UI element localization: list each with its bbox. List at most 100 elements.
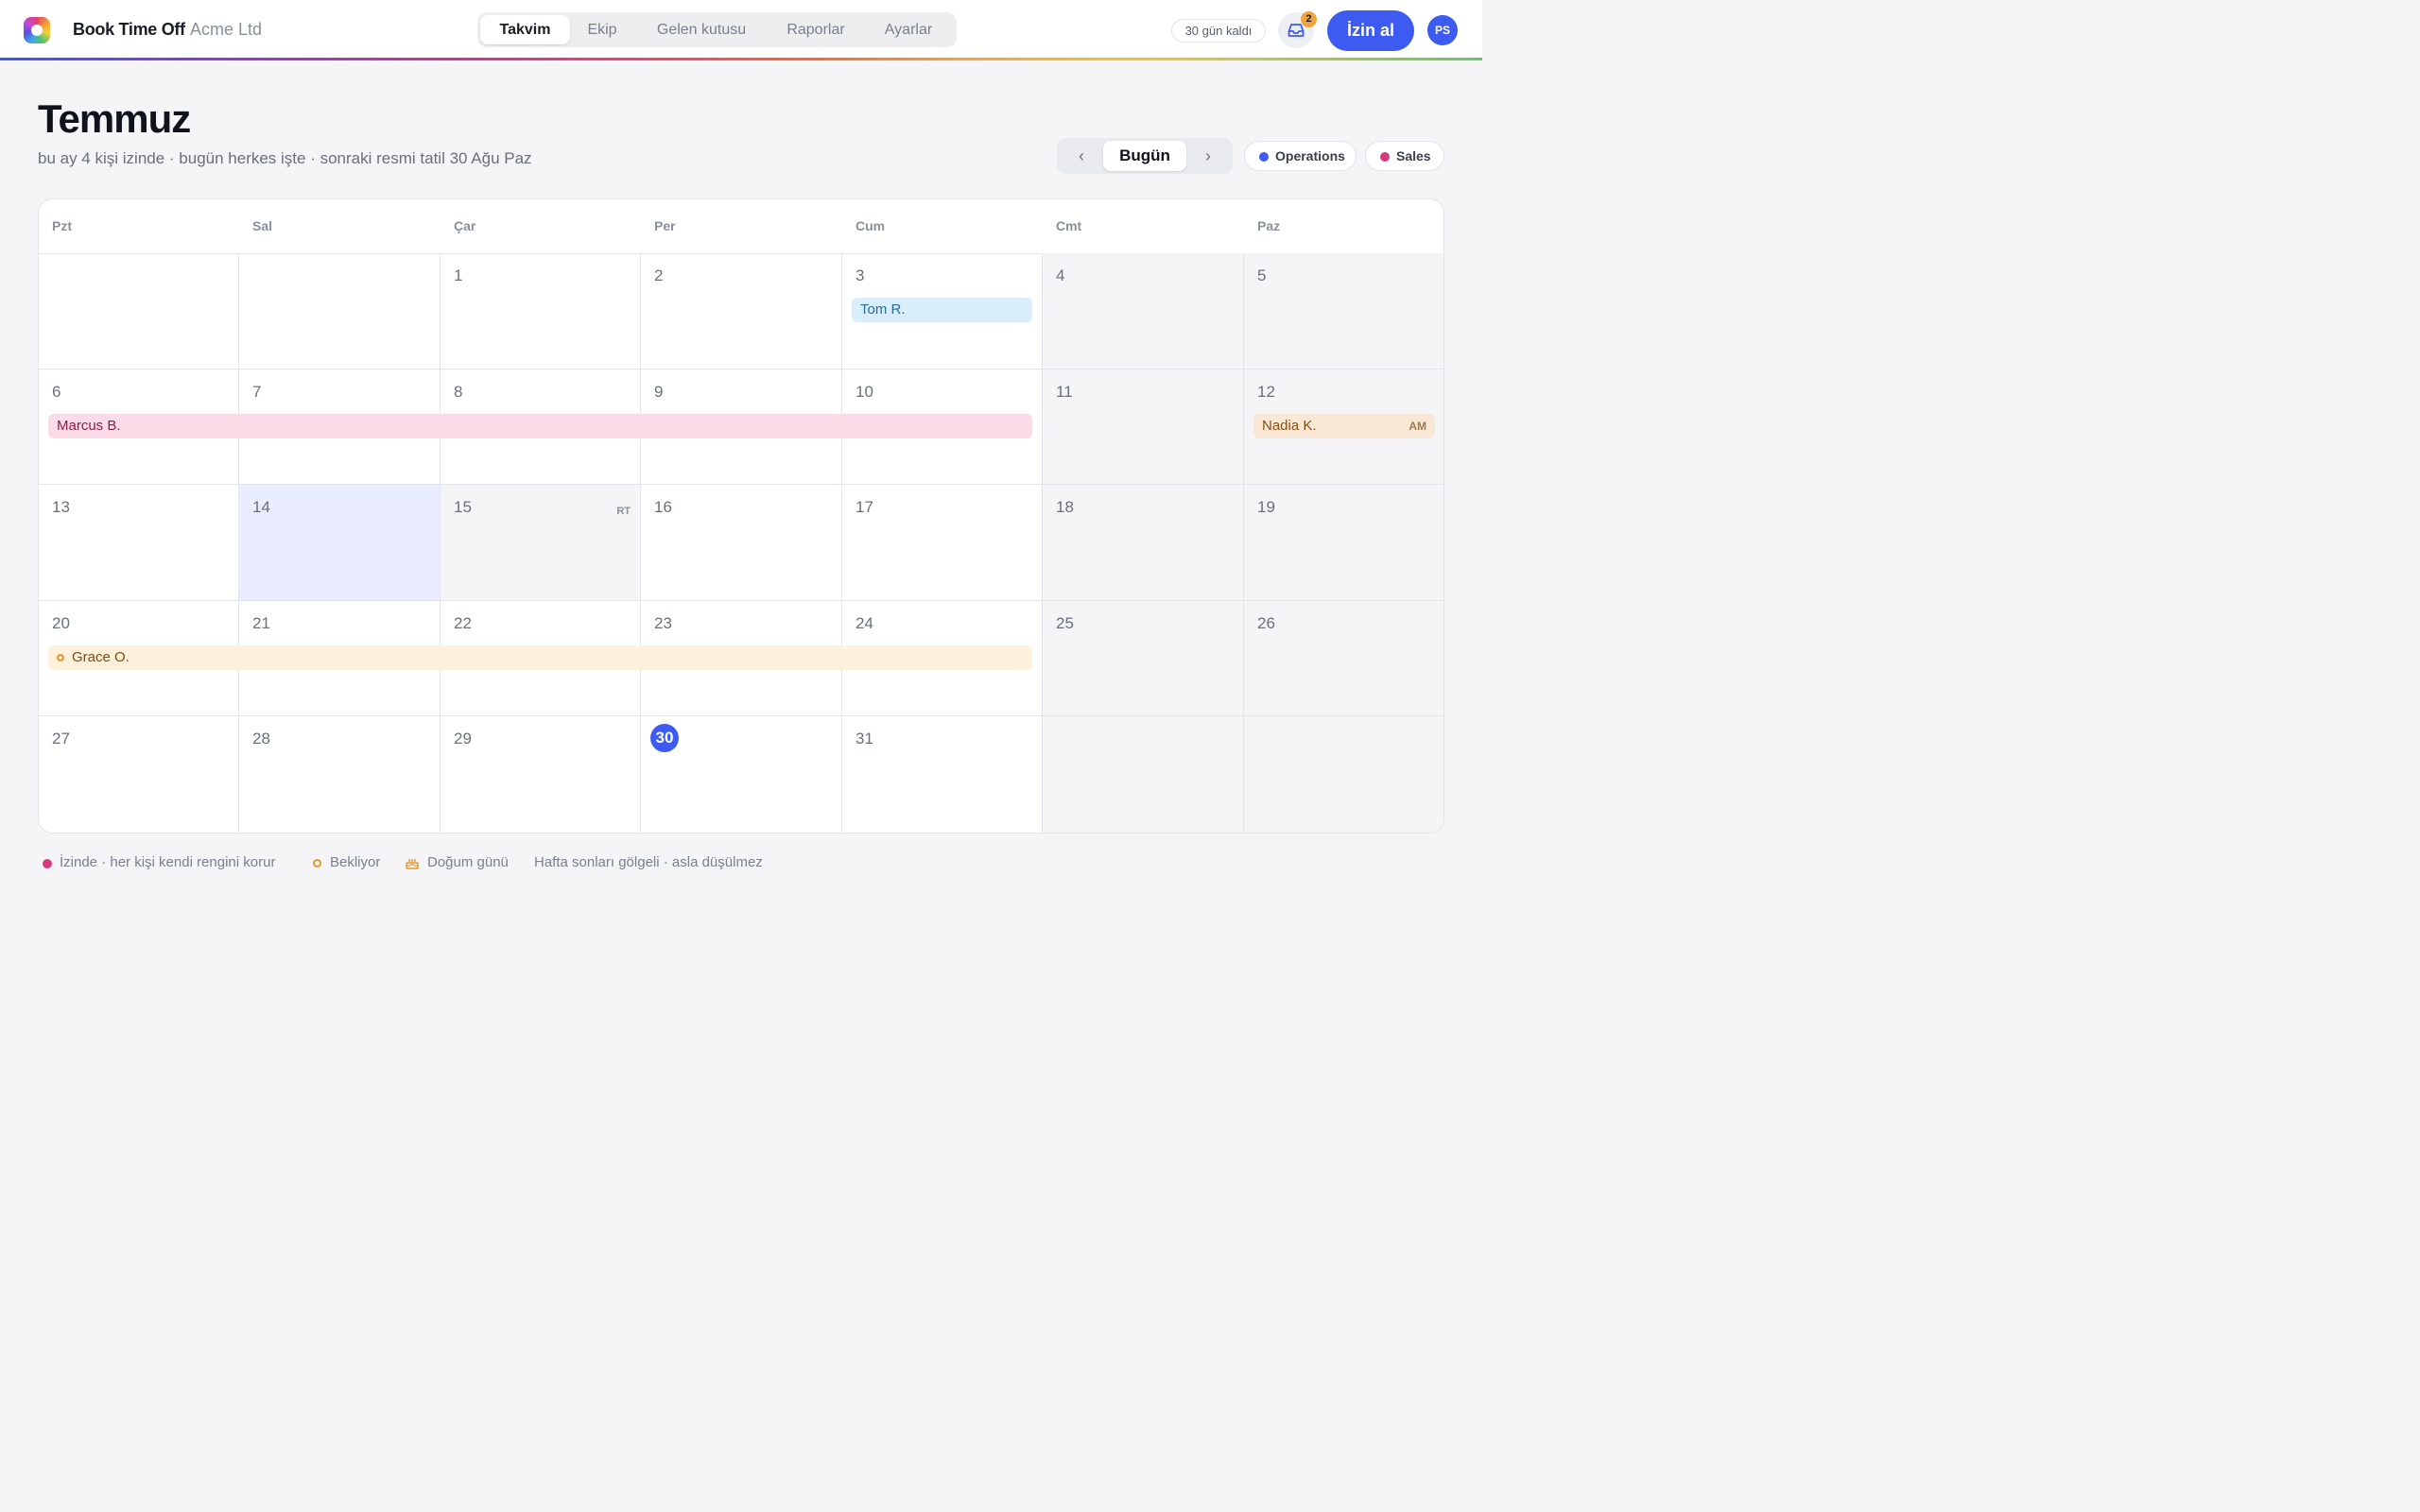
filter-sales[interactable]: Sales [1365,141,1444,171]
tab-raporlar[interactable]: Raporlar [769,15,863,44]
company-name: Acme Ltd [190,20,263,39]
day-cell[interactable]: 17 [842,485,1043,601]
day-number: 1 [454,266,463,284]
trial-badge: 30 gün kaldı [1171,19,1266,43]
empty-day-cell [1043,716,1244,833]
filter-sales-label: Sales [1396,148,1431,163]
pending-legend-icon [313,859,321,868]
day-cell[interactable]: 16 [641,485,842,601]
day-number: 25 [1056,614,1074,632]
day-number: 15 [454,498,472,516]
tab-ayarlar[interactable]: Ayarlar [863,15,954,44]
today-button[interactable]: Bugün [1103,141,1186,171]
day-cell[interactable]: 13 [39,485,239,601]
next-month-button[interactable]: › [1189,142,1227,170]
day-cell[interactable]: 2 [641,253,842,369]
day-number: 23 [654,614,672,632]
today-day-number: 30 [650,724,679,752]
tab-ekip[interactable]: Ekip [570,15,634,44]
day-number: 19 [1257,498,1275,516]
leave-event-grace[interactable]: Grace O. [48,645,1032,670]
day-number: 9 [654,383,664,401]
operations-dot-icon [1259,152,1269,162]
day-cell[interactable]: 11 [1043,369,1244,485]
leave-event-marcus[interactable]: Marcus B. [48,414,1032,438]
empty-day-cell [39,253,239,369]
day-number: 18 [1056,498,1074,516]
day-number: 20 [52,614,70,632]
weekday-header: Cmt [1056,218,1082,233]
legend-birthday: Doğum günü [427,854,509,870]
day-cell[interactable]: 25 [1043,601,1244,716]
weekday-header: Paz [1257,218,1281,233]
leave-event-nadia-name: Nadia K. [1262,418,1317,434]
page-title: Temmuz [38,96,191,141]
tab-gelen-kutusu[interactable]: Gelen kutusu [634,15,769,44]
day-cell[interactable]: 14 [239,485,441,601]
day-number: 29 [454,730,472,747]
day-cell[interactable]: 19 [1244,485,1443,601]
weekday-header: Per [654,218,676,233]
weekday-header: Pzt [52,218,72,233]
empty-day-cell [1244,716,1443,833]
day-number: 3 [856,266,865,284]
on-leave-dot-icon [43,859,52,868]
day-number: 2 [654,266,664,284]
day-cell[interactable]: 18 [1043,485,1244,601]
day-number: 31 [856,730,873,747]
day-cell[interactable]: 31 [842,716,1043,833]
day-cell[interactable]: 29 [441,716,641,833]
cake-icon [406,859,419,869]
day-number: 14 [252,498,270,516]
leave-event-tom[interactable]: Tom R. [852,298,1032,322]
date-navigation: ‹ Bugün › [1057,138,1233,174]
brand-name: Book Time Off [73,20,185,39]
day-cell[interactable]: 1 [441,253,641,369]
day-number: 27 [52,730,70,747]
filter-operations-label: Operations [1275,148,1345,163]
day-number: 8 [454,383,463,401]
app-logo[interactable] [24,17,50,43]
user-avatar[interactable]: PS [1427,15,1458,45]
day-cell[interactable]: 26 [1244,601,1443,716]
day-number: 5 [1257,266,1267,284]
day-cell[interactable]: 4 [1043,253,1244,369]
legend-pending: Bekliyor [330,854,381,870]
half-day-tag: AM [1409,420,1426,433]
day-number: 17 [856,498,873,516]
day-number: 16 [654,498,672,516]
main-nav: Takvim Ekip Gelen kutusu Raporlar Ayarla… [477,12,957,47]
holiday-tag: RT [616,506,631,517]
day-number: 22 [454,614,472,632]
day-number: 10 [856,383,873,401]
day-cell[interactable]: 5 [1244,253,1443,369]
day-number: 7 [252,383,262,401]
legend-on-leave: İzinde · her kişi kendi rengini korur [60,854,276,870]
header-accent-line [0,58,1482,60]
leave-event-nadia[interactable]: Nadia K. AM [1253,414,1435,438]
weekday-header: Sal [252,218,273,233]
sales-dot-icon [1380,152,1390,162]
day-number: 21 [252,614,270,632]
day-number: 13 [52,498,70,516]
inbox-icon [1288,24,1305,37]
day-cell[interactable]: 28 [239,716,441,833]
day-cell[interactable]: 30 [641,716,842,833]
day-cell[interactable]: 15 RT [441,485,641,601]
pending-icon [57,654,64,662]
day-number: 11 [1056,383,1073,401]
page-subtitle: bu ay 4 kişi izinde · bugün herkes işte … [38,149,532,167]
tab-takvim[interactable]: Takvim [480,15,570,44]
leave-event-grace-name: Grace O. [72,649,130,665]
top-bar: Book Time Off Acme Ltd Takvim Ekip Gelen… [0,0,1482,60]
filter-operations[interactable]: Operations [1244,141,1357,171]
day-number: 4 [1056,266,1065,284]
day-cell[interactable]: 27 [39,716,239,833]
weekday-header: Cum [856,218,886,233]
empty-day-cell [239,253,441,369]
day-number: 28 [252,730,270,747]
request-leave-button[interactable]: İzin al [1327,10,1414,51]
day-number: 6 [52,383,61,401]
prev-month-button[interactable]: ‹ [1063,142,1100,170]
day-number: 12 [1257,383,1275,401]
